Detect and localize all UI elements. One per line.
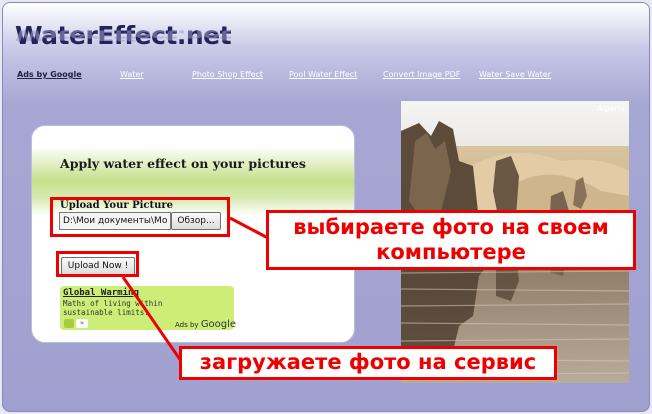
highlight-upload-button (56, 251, 139, 277)
ads-by-google-label[interactable]: Ads by Google (175, 319, 236, 330)
ad-title[interactable]: Global Warming (63, 288, 139, 298)
annotation-choose-photo-line1: выбираете фото на своем (293, 215, 609, 239)
panel-title: Apply water effect on your pictures (60, 156, 306, 171)
nav-link-pool-water-effect[interactable]: Pool Water Effect (289, 70, 357, 79)
top-nav: Ads by Google Water Photo Shop Effect Po… (17, 70, 647, 84)
annotation-choose-photo-line2: компьютере (376, 240, 526, 264)
google-logo-text: Google (200, 319, 237, 330)
annotation-upload-photo: загружаете фото на сервис (179, 346, 557, 380)
page-frame: WaterEffect.net WaterEffect.net Ads by G… (2, 2, 650, 412)
ad-next-icon[interactable]: » (76, 319, 88, 328)
annotation-choose-photo: выбираете фото на своем компьютере (266, 210, 636, 270)
nav-link-convert-image-pdf[interactable]: Convert Image PDF (383, 70, 460, 79)
ad-text: Maths of living within sustainable limit… (63, 299, 163, 317)
photo-caption: Algeria (596, 104, 625, 113)
nav-link-water-save-water[interactable]: Water Save Water (479, 70, 551, 79)
nav-link-photo-shop-effect[interactable]: Photo Shop Effect (192, 70, 263, 79)
logo-reflection: WaterEffect.net (15, 27, 232, 43)
ads-by-text: Ads by (175, 321, 199, 329)
nav-ads-by-google[interactable]: Ads by Google (17, 70, 82, 79)
ad-prev-icon[interactable] (64, 319, 74, 328)
nav-link-water[interactable]: Water (120, 70, 144, 79)
highlight-upload-field (50, 197, 230, 237)
